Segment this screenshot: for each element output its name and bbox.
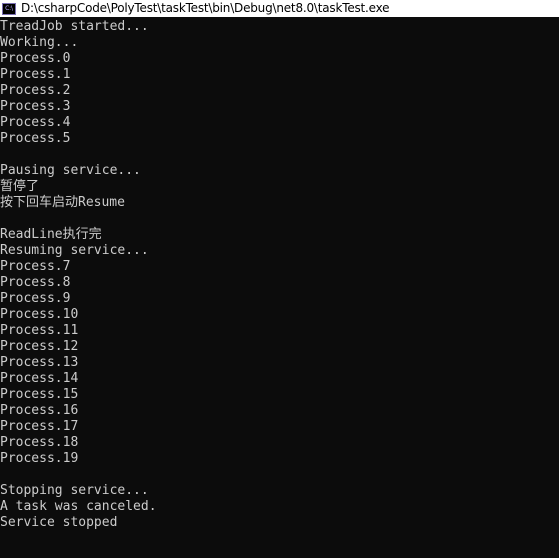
- console-line: Process.0: [0, 51, 71, 66]
- console-line: 按下回车启动Resume: [0, 195, 125, 210]
- console-line: Process.19: [0, 451, 79, 466]
- title-bar[interactable]: C:\ D:\csharpCode\PolyTest\taskTest\bin\…: [0, 0, 559, 17]
- console-window: C:\ D:\csharpCode\PolyTest\taskTest\bin\…: [0, 0, 559, 558]
- console-line: Pausing service...: [0, 163, 141, 178]
- console-app-icon-label: C:\: [5, 4, 13, 12]
- console-line: A task was canceled.: [0, 499, 157, 514]
- console-line: ReadLine执行完: [0, 227, 102, 242]
- console-line: Process.9: [0, 291, 71, 306]
- console-line: Process.7: [0, 259, 71, 274]
- window-title: D:\csharpCode\PolyTest\taskTest\bin\Debu…: [21, 1, 390, 15]
- console-line: Process.11: [0, 323, 79, 338]
- console-line: 暂停了: [0, 179, 40, 194]
- console-line: Service stopped: [0, 515, 118, 530]
- console-app-icon: C:\: [2, 2, 16, 15]
- console-line: Process.1: [0, 67, 71, 82]
- console-line: Process.4: [0, 115, 71, 130]
- console-line: Process.18: [0, 435, 79, 450]
- console-line: Process.8: [0, 275, 71, 290]
- console-line: Process.16: [0, 403, 79, 418]
- console-line: Process.3: [0, 99, 71, 114]
- console-line: Working...: [0, 35, 79, 50]
- console-line: Process.17: [0, 419, 79, 434]
- console-line: Stopping service...: [0, 483, 149, 498]
- console-line: Process.2: [0, 83, 71, 98]
- console-line: TreadJob started...: [0, 19, 149, 34]
- console-output[interactable]: TreadJob started... Working... Process.0…: [0, 19, 559, 558]
- console-line: Process.14: [0, 371, 79, 386]
- console-line: Process.5: [0, 131, 71, 146]
- console-line: Process.10: [0, 307, 79, 322]
- console-line: Resuming service...: [0, 243, 149, 258]
- console-line: Process.12: [0, 339, 79, 354]
- console-line: Process.13: [0, 355, 79, 370]
- console-line: Process.15: [0, 387, 79, 402]
